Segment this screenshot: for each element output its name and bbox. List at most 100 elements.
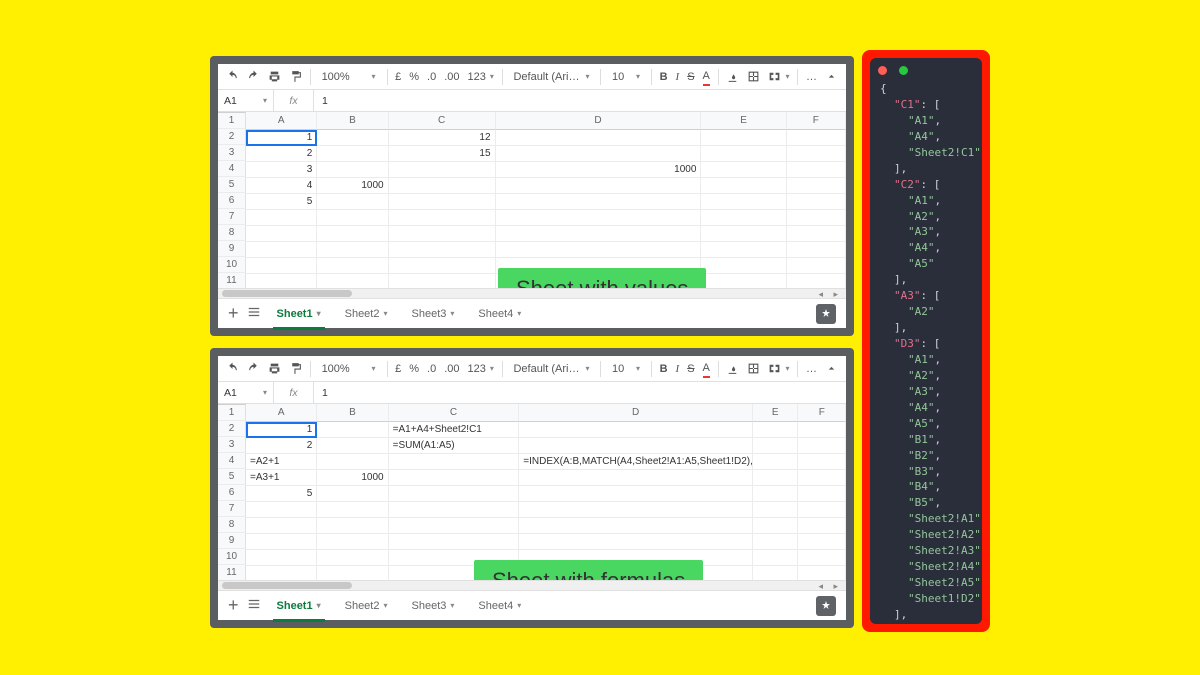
cell[interactable] bbox=[701, 146, 786, 162]
scrollbar-arrows[interactable]: ◂ ▸ bbox=[818, 289, 842, 300]
cell[interactable] bbox=[317, 518, 388, 534]
cell[interactable] bbox=[246, 226, 317, 242]
cell[interactable] bbox=[317, 550, 388, 566]
undo-icon[interactable] bbox=[226, 70, 239, 83]
cell[interactable]: 2 bbox=[246, 146, 317, 162]
cell[interactable] bbox=[787, 258, 846, 274]
cell[interactable] bbox=[317, 130, 388, 146]
column-header[interactable]: C bbox=[389, 112, 496, 130]
undo-icon[interactable] bbox=[226, 362, 239, 375]
cell[interactable] bbox=[317, 146, 388, 162]
cell[interactable] bbox=[389, 502, 520, 518]
cell[interactable]: =SUM(A1:A5) bbox=[389, 438, 520, 454]
cell[interactable] bbox=[496, 194, 702, 210]
font-size-dropdown[interactable]: 10 bbox=[609, 362, 643, 376]
cell[interactable] bbox=[519, 470, 753, 486]
cell[interactable] bbox=[317, 438, 388, 454]
sheet-tab[interactable]: Sheet1▾ bbox=[269, 304, 329, 324]
row-header[interactable]: 1 bbox=[218, 405, 246, 421]
horizontal-scrollbar[interactable]: ◂ ▸ bbox=[218, 288, 846, 298]
cell[interactable] bbox=[389, 258, 496, 274]
cell[interactable] bbox=[798, 534, 846, 550]
cell[interactable] bbox=[753, 470, 799, 486]
cell[interactable] bbox=[317, 210, 388, 226]
cell[interactable] bbox=[798, 502, 846, 518]
sheet-tab[interactable]: Sheet4▾ bbox=[470, 304, 529, 324]
column-header[interactable]: C bbox=[389, 404, 520, 422]
bold-button[interactable]: B bbox=[660, 71, 668, 83]
percent-button[interactable]: % bbox=[409, 363, 419, 375]
cell[interactable] bbox=[787, 194, 846, 210]
cell[interactable] bbox=[753, 502, 799, 518]
cell[interactable]: 5 bbox=[246, 486, 317, 502]
row-header[interactable]: 7 bbox=[218, 501, 246, 517]
cell[interactable]: 1 bbox=[246, 422, 317, 438]
paint-format-icon[interactable] bbox=[289, 362, 302, 375]
grid[interactable]: 1234567891011ABCDEF1=A1+A4+Sheet2!C12=SU… bbox=[218, 404, 846, 580]
cell[interactable] bbox=[496, 242, 702, 258]
cell[interactable] bbox=[787, 146, 846, 162]
increase-decimal-button[interactable]: .00 bbox=[444, 363, 459, 375]
row-header[interactable]: 8 bbox=[218, 225, 246, 241]
code-body[interactable]: { "C1": ["A1","A4","Sheet2!C1"],"C2": ["… bbox=[870, 81, 982, 624]
all-sheets-icon[interactable] bbox=[247, 305, 261, 322]
cell[interactable] bbox=[389, 454, 520, 470]
cell[interactable] bbox=[787, 130, 846, 146]
cell[interactable]: 15 bbox=[389, 146, 496, 162]
cell[interactable] bbox=[753, 486, 799, 502]
cell[interactable] bbox=[246, 534, 317, 550]
text-color-button[interactable]: A bbox=[703, 70, 710, 84]
more-button[interactable]: … bbox=[806, 71, 817, 83]
add-sheet-button[interactable]: + bbox=[228, 595, 239, 616]
cell[interactable] bbox=[389, 518, 520, 534]
column-header[interactable]: D bbox=[519, 404, 753, 422]
cell[interactable] bbox=[753, 566, 799, 580]
cell[interactable] bbox=[389, 178, 496, 194]
name-box[interactable]: A1 bbox=[218, 90, 274, 111]
fill-color-icon[interactable] bbox=[726, 70, 739, 83]
cell[interactable] bbox=[753, 454, 799, 470]
chevron-down-icon[interactable]: ▾ bbox=[317, 309, 321, 318]
row-header[interactable]: 11 bbox=[218, 273, 246, 288]
cell[interactable] bbox=[519, 422, 753, 438]
cell[interactable] bbox=[701, 162, 786, 178]
cell[interactable] bbox=[389, 210, 496, 226]
cell[interactable] bbox=[246, 566, 317, 580]
chevron-down-icon[interactable]: ▾ bbox=[383, 309, 387, 318]
cell[interactable] bbox=[496, 146, 702, 162]
cell[interactable] bbox=[798, 518, 846, 534]
row-header[interactable]: 8 bbox=[218, 517, 246, 533]
cell[interactable] bbox=[753, 422, 799, 438]
collapse-toolbar-icon[interactable] bbox=[825, 70, 838, 83]
cell[interactable]: =A3+1 bbox=[246, 470, 317, 486]
cell[interactable] bbox=[317, 194, 388, 210]
row-header[interactable]: 2 bbox=[218, 129, 246, 145]
decrease-decimal-button[interactable]: .0 bbox=[427, 363, 436, 375]
currency-button[interactable]: £ bbox=[395, 71, 401, 83]
borders-icon[interactable] bbox=[747, 362, 760, 375]
sheet-tab[interactable]: Sheet1▾ bbox=[269, 596, 329, 616]
cell[interactable] bbox=[317, 162, 388, 178]
close-icon[interactable] bbox=[878, 66, 887, 75]
cell[interactable] bbox=[798, 454, 846, 470]
zoom-dropdown[interactable]: 100% bbox=[319, 70, 379, 84]
chevron-down-icon[interactable]: ▾ bbox=[383, 601, 387, 610]
merge-cells-icon[interactable] bbox=[768, 362, 789, 375]
italic-button[interactable]: I bbox=[676, 71, 680, 83]
all-sheets-icon[interactable] bbox=[247, 597, 261, 614]
font-dropdown[interactable]: Default (Ari… bbox=[510, 362, 592, 376]
column-header[interactable]: F bbox=[787, 112, 846, 130]
row-header[interactable]: 5 bbox=[218, 469, 246, 485]
cell[interactable] bbox=[317, 534, 388, 550]
name-box[interactable]: A1 bbox=[218, 382, 274, 403]
cell[interactable] bbox=[246, 502, 317, 518]
cell[interactable] bbox=[519, 518, 753, 534]
cell[interactable] bbox=[389, 486, 520, 502]
cell[interactable] bbox=[389, 470, 520, 486]
chevron-down-icon[interactable]: ▾ bbox=[517, 601, 521, 610]
decrease-decimal-button[interactable]: .0 bbox=[427, 71, 436, 83]
increase-decimal-button[interactable]: .00 bbox=[444, 71, 459, 83]
cell[interactable] bbox=[798, 438, 846, 454]
more-button[interactable]: … bbox=[806, 363, 817, 375]
cell[interactable] bbox=[246, 242, 317, 258]
